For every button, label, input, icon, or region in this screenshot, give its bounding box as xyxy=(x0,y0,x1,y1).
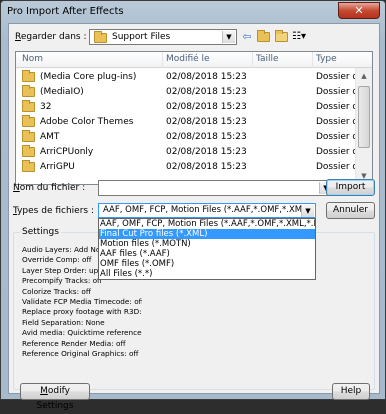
settings-line: Replace proxy footage with R3D: off xyxy=(22,307,142,317)
dropdown-option[interactable]: OMF files (*.OMF) xyxy=(99,259,315,269)
chevron-down-icon[interactable]: ▼ xyxy=(222,31,235,43)
filetype-label: Types de fichiers : xyxy=(13,206,94,216)
close-button[interactable]: ✕ xyxy=(338,2,380,19)
view-menu-icon[interactable]: ☷▾ xyxy=(291,30,307,44)
list-item[interactable]: 3202/08/2018 15:23Dossier de fi... xyxy=(16,100,356,115)
settings-line: Colorize Tracks: off xyxy=(22,286,91,296)
import-button[interactable]: Import xyxy=(326,179,375,196)
folder-icon xyxy=(94,31,107,44)
look-in-value: Support Files xyxy=(112,32,171,42)
column-name[interactable]: Nom xyxy=(22,54,43,64)
list-item[interactable]: Adobe Color Themes 02/08/2018 15:23 Dossie… xyxy=(16,115,356,130)
dropdown-option[interactable]: AAF, OMF, FCP, Motion Files (*.AAF,*.OMF… xyxy=(99,219,315,229)
settings-title: Settings xyxy=(20,227,61,237)
dialog-body: Regarder dans : Support Files ▼ ⇦ ☷▾ Nom… xyxy=(8,23,380,411)
column-modified[interactable]: Modifié le xyxy=(166,54,210,64)
folder-icon xyxy=(22,115,35,128)
folder-icon xyxy=(22,70,35,83)
vertical-scrollbar[interactable]: ▲ ▼ xyxy=(355,68,372,184)
scroll-up-icon[interactable]: ▲ xyxy=(356,68,372,84)
filename-input[interactable]: ▼ xyxy=(98,180,334,196)
scroll-thumb[interactable] xyxy=(358,86,370,148)
look-in-combo[interactable]: Support Files ▼ xyxy=(89,29,237,45)
filename-label: Nom du fichier : xyxy=(13,183,86,193)
help-button[interactable]: Help xyxy=(332,383,370,400)
list-header: Nom Modifié le Taille Type xyxy=(16,52,372,68)
list-item[interactable]: AMT02/08/2018 15:23Dossier de fi... xyxy=(16,130,356,145)
filetype-dropdown[interactable]: AAF, OMF, FCP, Motion Files (*.AAF,*.OMF… xyxy=(98,218,316,280)
up-folder-icon[interactable] xyxy=(255,30,271,44)
window-title: Pro Import After Effects xyxy=(7,6,124,17)
dialog-window: Pro Import After Effects ✕ Regarder dans… xyxy=(0,0,386,411)
cancel-button[interactable]: Annuler xyxy=(326,202,375,219)
settings-line: Field Separation: None xyxy=(22,317,105,327)
new-folder-icon[interactable] xyxy=(273,30,289,44)
back-icon[interactable]: ⇦ xyxy=(239,30,255,44)
settings-line: Reference Original Graphics: off xyxy=(22,349,139,359)
folder-icon xyxy=(22,160,35,173)
list-item[interactable]: (Media Core plug-ins) 02/08/2018 15:23 Dos… xyxy=(16,70,356,85)
dropdown-option-selected[interactable]: Final Cut Pro files (*.XML) xyxy=(99,229,315,239)
settings-line: Validate FCP Media Timecode: off xyxy=(22,297,142,307)
dropdown-option[interactable]: AAF files (*.AAF) xyxy=(99,249,315,259)
chevron-down-icon[interactable]: ▼ xyxy=(301,205,314,217)
list-item[interactable]: (MediaIO)02/08/2018 15:23Dossier de fi..… xyxy=(16,85,356,100)
dropdown-option[interactable]: Motion files (*.MOTN) xyxy=(99,239,315,249)
settings-line: Avid media: Quicktime reference xyxy=(22,328,142,338)
title-bar[interactable]: Pro Import After Effects ✕ xyxy=(1,1,385,23)
modify-settings-button[interactable]: Modify Settings xyxy=(20,383,90,411)
folder-icon xyxy=(22,145,35,158)
look-in-label: Regarder dans : xyxy=(15,32,87,42)
folder-icon xyxy=(22,130,35,143)
file-list[interactable]: Nom Modifié le Taille Type (Media Core p… xyxy=(15,51,373,185)
column-size[interactable]: Taille xyxy=(256,54,279,64)
folder-icon xyxy=(22,100,35,113)
filetype-select[interactable]: AAF, OMF, FCP, Motion Files (*.AAF,*.OMF… xyxy=(98,203,316,218)
settings-line: Reference Render Media: off xyxy=(22,338,126,348)
list-item[interactable]: ArriCPUonly02/08/2018 15:23Dossier de fi… xyxy=(16,145,356,160)
dropdown-option[interactable]: All Files (*.*) xyxy=(99,269,315,279)
column-type[interactable]: Type xyxy=(316,54,337,64)
list-item[interactable]: ArriGPU02/08/2018 15:23Dossier de fi... xyxy=(16,160,356,175)
folder-icon xyxy=(22,85,35,98)
